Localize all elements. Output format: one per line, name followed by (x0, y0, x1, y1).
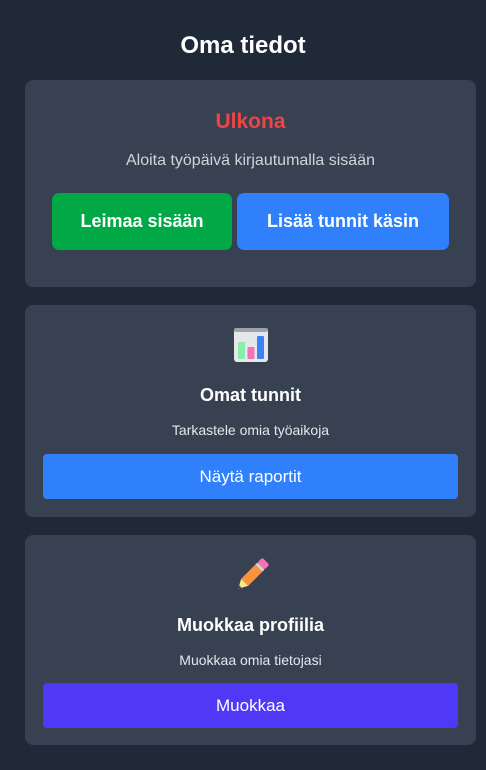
pencil-icon (25, 557, 476, 595)
status-subtitle: Aloita työpäivä kirjautumalla sisään (125, 152, 375, 169)
show-reports-button[interactable]: Näytä raportit (43, 454, 458, 499)
status-label: Ulkona (215, 110, 286, 133)
hours-card-title: Omat tunnit (200, 385, 301, 405)
check-in-button[interactable]: Leimaa sisään (52, 193, 232, 250)
page-title: Oma tiedot (180, 32, 306, 59)
add-hours-manually-button[interactable]: Lisää tunnit käsin (237, 193, 449, 250)
hours-card: Omat tunnit Tarkastele omia työaikoja Nä… (25, 305, 476, 517)
status-card: Ulkona Aloita työpäivä kirjautumalla sis… (25, 80, 476, 287)
profile-card-title: Muokkaa profiilia (176, 615, 325, 635)
edit-profile-button[interactable]: Muokkaa (43, 683, 458, 728)
bar-chart-icon (25, 327, 476, 365)
profile-card-description: Muokkaa omia tietojasi (179, 652, 322, 668)
profile-card: Muokkaa profiilia Muokkaa omia tietojasi… (25, 535, 476, 745)
hours-card-description: Tarkastele omia työaikoja (171, 422, 330, 438)
